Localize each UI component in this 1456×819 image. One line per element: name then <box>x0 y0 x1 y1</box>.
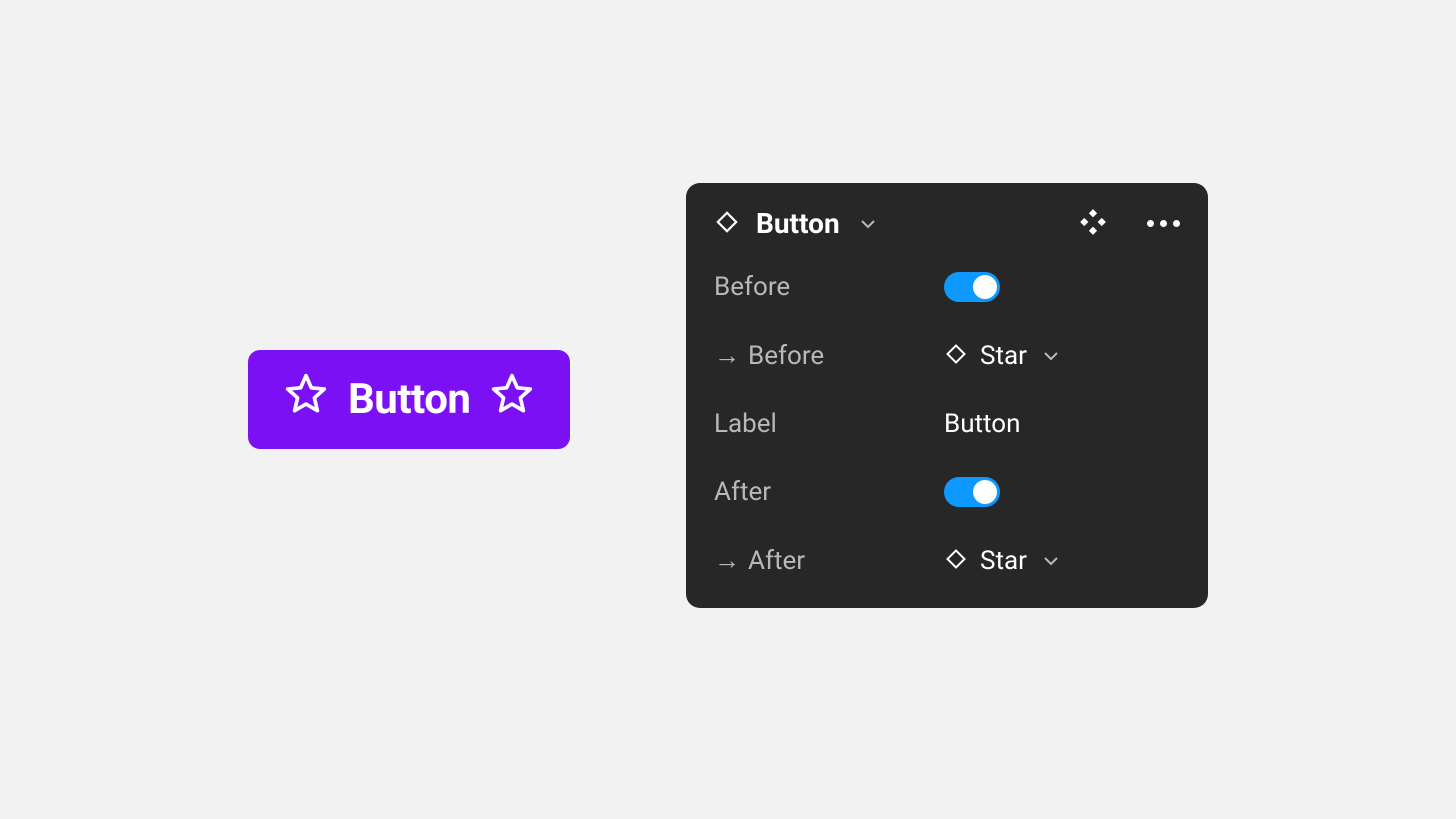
chevron-down-icon <box>1039 551 1059 570</box>
property-label: After <box>748 546 805 576</box>
chevron-down-icon[interactable] <box>856 214 876 233</box>
property-row-before: Before <box>714 272 1180 302</box>
property-label: Before <box>748 341 824 371</box>
property-row-after-swap: → After Star <box>714 545 1180 576</box>
instance-value: Star <box>980 341 1027 371</box>
panel-header: Button <box>714 207 1180 240</box>
after-toggle[interactable] <box>944 477 1000 507</box>
star-icon <box>284 372 328 427</box>
component-properties-panel: Button Before <box>686 183 1208 608</box>
button-label: Button <box>348 375 470 424</box>
arrow-right-icon: → <box>714 545 740 576</box>
button-component-preview[interactable]: Button <box>248 350 570 449</box>
property-label: After <box>714 477 771 507</box>
before-instance-select[interactable]: Star <box>944 341 1059 371</box>
property-row-before-swap: → Before Star <box>714 340 1180 371</box>
property-label: Label <box>714 409 777 439</box>
diamond-outline-icon <box>714 209 740 239</box>
after-instance-select[interactable]: Star <box>944 546 1059 576</box>
label-value[interactable]: Button <box>944 409 1020 439</box>
star-icon <box>490 372 534 427</box>
diamond-outline-icon <box>944 547 968 575</box>
property-label: Before <box>714 272 790 302</box>
property-row-label: Label Button <box>714 409 1180 439</box>
quad-diamond-icon[interactable] <box>1079 208 1107 240</box>
diamond-outline-icon <box>944 342 968 370</box>
arrow-right-icon: → <box>714 340 740 371</box>
chevron-down-icon <box>1039 346 1059 365</box>
instance-value: Star <box>980 546 1027 576</box>
component-name: Button <box>756 207 840 240</box>
before-toggle[interactable] <box>944 272 1000 302</box>
property-row-after: After <box>714 477 1180 507</box>
panel-header-left[interactable]: Button <box>714 207 876 240</box>
more-options-icon[interactable] <box>1147 220 1180 227</box>
